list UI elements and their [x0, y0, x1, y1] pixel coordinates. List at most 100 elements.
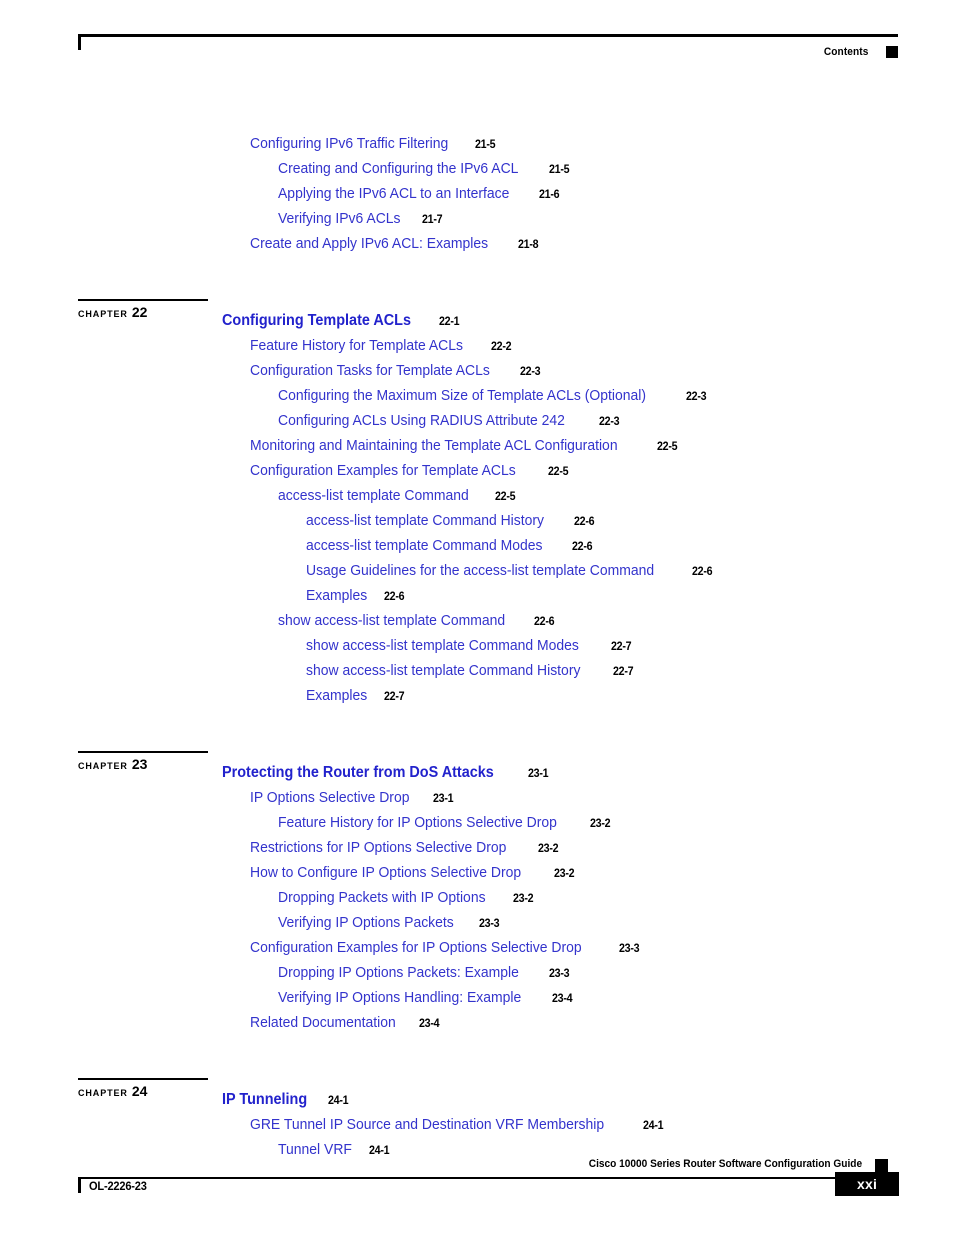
toc-entry-label: Applying the IPv6 ACL to an Interface — [278, 185, 510, 202]
toc-entry-label: Configuring Template ACLs — [222, 312, 411, 329]
toc-entry-page: 21-5 — [475, 139, 496, 151]
toc-entry[interactable]: Restrictions for IP Options Selective Dr… — [250, 840, 560, 860]
toc-entry[interactable]: Dropping IP Options Packets: Example 23-3 — [278, 965, 571, 985]
toc-entry-label: IP Tunneling — [222, 1091, 308, 1108]
toc-entry-label: Related Documentation — [250, 1014, 396, 1031]
toc-entry[interactable]: Configuration Examples for Template ACLs… — [250, 463, 570, 483]
toc-entry-page: 22-5 — [495, 491, 516, 503]
chapter-word: CHAPTER — [78, 309, 128, 319]
toc-entry-label: Create and Apply IPv6 ACL: Examples — [250, 235, 489, 252]
toc-entry-page: 22-7 — [613, 666, 634, 678]
toc-entry[interactable]: Configuration Tasks for Template ACLs 22-… — [250, 363, 542, 383]
chapter-marker: CHAPTER 23 — [78, 751, 208, 772]
toc-entry-page: 23-2 — [537, 843, 559, 855]
chapter-marker: CHAPTER 22 — [78, 299, 208, 320]
toc-entry-label: Verifying IP Options Handling: Example — [278, 989, 522, 1006]
toc-entry[interactable]: Create and Apply IPv6 ACL: Examples 21-8 — [250, 236, 540, 256]
toc-entry[interactable]: Verifying IP Options Handling: Example 23… — [278, 990, 573, 1010]
toc-entry-page: 23-3 — [549, 968, 570, 980]
toc-entry[interactable]: Usage Guidelines for the access-list tem… — [306, 563, 714, 583]
toc-entry[interactable]: Applying the IPv6 ACL to an Interface 21-… — [278, 186, 561, 206]
footer-left-tick — [78, 1177, 81, 1193]
chapter-marker-text: CHAPTER 23 — [78, 756, 208, 772]
toc-entry[interactable]: Feature History for IP Options Selective… — [278, 815, 612, 835]
chapter-word: CHAPTER — [78, 761, 128, 771]
toc-entry[interactable]: Verifying IPv6 ACLs 21-7 — [278, 211, 444, 231]
toc-entry-label: show access-list template Command Histor… — [306, 662, 581, 679]
toc-chapter-title[interactable]: IP Tunneling 24-1 — [222, 1092, 349, 1112]
toc-entry-page: 24-1 — [369, 1145, 390, 1157]
toc-entry-page: 22-1 — [439, 316, 460, 328]
toc-entry-page: 22-3 — [519, 366, 541, 378]
toc-entry[interactable]: IP Options Selective Drop 23-1 — [250, 790, 455, 810]
toc-entry-page: 23-3 — [618, 943, 640, 955]
toc-entry[interactable]: access-list template Command History 22-6 — [306, 513, 596, 533]
toc-entry-page: 22-6 — [573, 516, 595, 528]
toc-entry-page: 22-7 — [611, 641, 632, 653]
page-header: Contents — [78, 34, 898, 74]
toc-entry[interactable]: Configuring ACLs Using RADIUS Attribute … — [278, 413, 620, 433]
page-footer: Cisco 10000 Series Router Software Confi… — [78, 1158, 899, 1218]
toc-entry-label: access-list template Command Modes — [306, 537, 543, 554]
toc-entry-page: 23-1 — [528, 768, 549, 780]
toc-entry[interactable]: GRE Tunnel IP Source and Destination VRF… — [250, 1117, 665, 1137]
toc-entry-page: 21-8 — [517, 239, 539, 251]
chapter-number: 22 — [131, 304, 148, 320]
toc-entry[interactable]: Examples 22-6 — [306, 588, 406, 608]
toc-entry-label: Configuration Examples for IP Options Se… — [250, 939, 582, 956]
toc-entry-page: 22-3 — [598, 416, 620, 428]
toc-entry[interactable]: access-list template Command 22-5 — [278, 488, 517, 508]
toc-entry-page: 23-4 — [418, 1018, 440, 1030]
toc-entry-label: Feature History for IP Options Selective… — [278, 814, 557, 831]
toc-entry[interactable]: Configuring the Maximum Size of Template… — [278, 388, 708, 408]
toc-entry-label: Configuration Examples for Template ACLs — [250, 462, 516, 479]
toc-entry-label: How to Configure IP Options Selective Dr… — [250, 864, 522, 881]
toc-entry-page: 22-6 — [572, 541, 593, 553]
chapter-marker-rule — [78, 751, 208, 753]
toc-entry-page: 22-2 — [490, 341, 512, 353]
toc-entry-label: Configuration Tasks for Template ACLs — [250, 362, 490, 379]
toc-entry-page: 21-7 — [421, 214, 443, 226]
toc-entry-label: Restrictions for IP Options Selective Dr… — [250, 839, 507, 856]
toc-entry-label: Configuring the Maximum Size of Template… — [278, 387, 647, 404]
header-title: Contents — [823, 46, 868, 58]
toc-entry[interactable]: Examples 22-7 — [306, 688, 406, 708]
toc-entry-label: Dropping IP Options Packets: Example — [278, 964, 519, 981]
footer-document-number: OL-2226-23 — [89, 1179, 147, 1193]
toc-entry[interactable]: Configuring IPv6 Traffic Filtering 21-5 — [250, 136, 497, 156]
toc-entry-page: 23-2 — [513, 893, 534, 905]
toc-entry-page: 24-1 — [642, 1120, 664, 1132]
toc-entry[interactable]: access-list template Command Modes 22-6 — [306, 538, 594, 558]
toc-entry[interactable]: Dropping Packets with IP Options 23-2 — [278, 890, 535, 910]
toc-entry[interactable]: Verifying IP Options Packets 23-3 — [278, 915, 501, 935]
chapter-marker-rule — [78, 299, 208, 301]
toc-entry[interactable]: Configuration Examples for IP Options Se… — [250, 940, 640, 960]
toc-chapter-title[interactable]: Configuring Template ACLs 22-1 — [222, 313, 461, 333]
chapter-number: 23 — [131, 756, 148, 772]
chapter-marker-text: CHAPTER 24 — [78, 1083, 208, 1099]
toc-entry[interactable]: show access-list template Command Histor… — [306, 663, 635, 683]
toc-entry[interactable]: Related Documentation 23-4 — [250, 1015, 441, 1035]
toc-entry-label: Usage Guidelines for the access-list tem… — [306, 562, 655, 579]
toc-chapter-title[interactable]: Protecting the Router from DoS Attacks 23… — [222, 765, 550, 785]
document-page: Contents Configuring IPv6 Traffic Filter… — [0, 0, 954, 1235]
toc-entry-label: Tunnel VRF — [278, 1141, 352, 1158]
toc-entry[interactable]: Monitoring and Maintaining the Template … — [250, 438, 679, 458]
toc-entry-label: access-list template Command History — [306, 512, 545, 529]
toc-entry[interactable]: Creating and Configuring the IPv6 ACL 21-… — [278, 161, 570, 181]
toc-entry-page: 24-1 — [327, 1095, 349, 1107]
toc-entry-page: 22-5 — [547, 466, 569, 478]
toc-entry-label: GRE Tunnel IP Source and Destination VRF… — [250, 1116, 605, 1133]
toc-entry-page: 23-4 — [551, 993, 573, 1005]
toc-entry-label: IP Options Selective Drop — [250, 789, 410, 806]
toc-entry-page: 23-2 — [553, 868, 575, 880]
header-rule — [78, 34, 898, 37]
toc-entry-label: Monitoring and Maintaining the Template … — [250, 437, 618, 454]
toc-entry-page: 23-2 — [589, 818, 611, 830]
chapter-marker: CHAPTER 24 — [78, 1078, 208, 1099]
toc-entry[interactable]: show access-list template Command 22-6 — [278, 613, 556, 633]
toc-entry-page: 21-6 — [538, 189, 560, 201]
toc-entry[interactable]: How to Configure IP Options Selective Dr… — [250, 865, 575, 885]
toc-entry[interactable]: show access-list template Command Modes 2… — [306, 638, 633, 658]
toc-entry[interactable]: Feature History for Template ACLs 22-2 — [250, 338, 513, 358]
